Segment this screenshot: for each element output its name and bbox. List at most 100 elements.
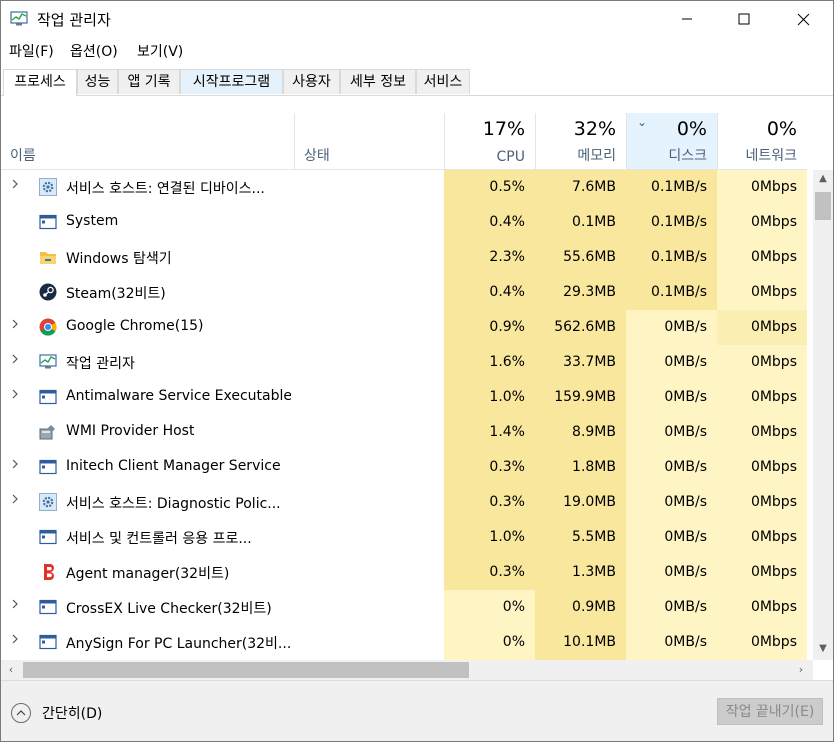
cell-cpu: 0% xyxy=(444,625,535,660)
cell-disk: 0MB/s xyxy=(626,590,717,625)
tab-startup[interactable]: 시작프로그램 xyxy=(180,69,283,94)
chevron-right-icon[interactable] xyxy=(11,318,23,336)
process-name: Agent manager(32비트) xyxy=(66,566,230,582)
table-row[interactable]: Agent manager(32비트) 0.3% 1.3MB 0MB/s 0Mbps xyxy=(1,555,807,590)
tab-users[interactable]: 사용자 xyxy=(283,69,340,94)
vertical-scrollbar[interactable]: ▲ ▼ xyxy=(813,170,833,660)
horizontal-scroll-thumb[interactable] xyxy=(23,662,469,678)
cell-cpu: 0.3% xyxy=(444,555,535,590)
cell-network: 0Mbps xyxy=(717,450,807,485)
horizontal-scrollbar[interactable]: ‹ › xyxy=(1,660,813,680)
tab-performance[interactable]: 성능 xyxy=(77,69,118,94)
cell-memory: 29.3MB xyxy=(535,275,626,310)
task-manager-icon xyxy=(10,11,28,26)
table-row[interactable]: Windows 탐색기 2.3% 55.6MB 0.1MB/s 0Mbps xyxy=(1,240,807,275)
tab-details[interactable]: 세부 정보 xyxy=(340,69,416,94)
cell-cpu: 0.4% xyxy=(444,205,535,240)
task-manager-window: 작업 관리자 파일(F) 옵션(O) 보기(V) 프로세스 성능 앱 기록 시작… xyxy=(0,0,834,742)
menu-view[interactable]: 보기(V) xyxy=(137,41,183,61)
window-app-icon xyxy=(39,213,57,231)
cell-network: 0Mbps xyxy=(717,520,807,555)
chevron-right-icon[interactable] xyxy=(11,353,23,371)
cell-memory: 19.0MB xyxy=(535,485,626,520)
header-name[interactable]: 이름 xyxy=(1,113,294,169)
table-row[interactable]: Antimalware Service Executable 1.0% 159.9M… xyxy=(1,380,807,415)
scroll-up-arrow-icon[interactable]: ▲ xyxy=(813,170,833,188)
header-memory-percent: 32% xyxy=(573,118,616,140)
cell-memory: 5.5MB xyxy=(535,520,626,555)
cell-disk: 0.1MB/s xyxy=(626,240,717,275)
footer: 간단히(D) 작업 끝내기(E) xyxy=(1,680,833,741)
chevron-right-icon[interactable] xyxy=(11,178,23,196)
tab-processes[interactable]: 프로세스 xyxy=(3,69,77,96)
maximize-icon xyxy=(738,13,750,25)
window-app-icon xyxy=(39,388,57,406)
header-status[interactable]: 상태 xyxy=(294,113,444,169)
cell-network: 0Mbps xyxy=(717,275,807,310)
minimize-button[interactable] xyxy=(664,1,710,37)
cell-network: 0Mbps xyxy=(717,240,807,275)
process-name: Windows 탐색기 xyxy=(66,251,172,267)
tab-bar: 프로세스 성능 앱 기록 시작프로그램 사용자 세부 정보 서비스 xyxy=(1,69,833,96)
header-cpu-label: CPU xyxy=(496,149,525,165)
chevron-right-icon[interactable] xyxy=(11,493,23,511)
chevron-right-icon[interactable] xyxy=(11,598,23,616)
gear-icon xyxy=(39,493,57,511)
title-bar[interactable]: 작업 관리자 xyxy=(1,1,833,37)
close-icon xyxy=(797,13,809,25)
cell-disk: 0MB/s xyxy=(626,380,717,415)
cell-network: 0Mbps xyxy=(717,590,807,625)
vertical-scroll-thumb[interactable] xyxy=(815,192,831,220)
cell-cpu: 0.9% xyxy=(444,310,535,345)
header-memory[interactable]: 32% 메모리 xyxy=(535,113,626,169)
cell-network: 0Mbps xyxy=(717,485,807,520)
scroll-down-arrow-icon[interactable]: ▼ xyxy=(813,640,833,658)
cell-memory: 55.6MB xyxy=(535,240,626,275)
window-app-icon xyxy=(39,528,57,546)
scroll-right-arrow-icon[interactable]: › xyxy=(791,660,811,680)
table-row[interactable]: 작업 관리자 1.6% 33.7MB 0MB/s 0Mbps xyxy=(1,345,807,380)
process-name: 서비스 호스트: 연결된 디바이스... xyxy=(66,181,265,197)
table-row[interactable]: WMI Provider Host 1.4% 8.9MB 0MB/s 0Mbps xyxy=(1,415,807,450)
table-row[interactable]: CrossEX Live Checker(32비트) 0% 0.9MB 0MB/s 0M… xyxy=(1,590,807,625)
cell-cpu: 1.0% xyxy=(444,520,535,555)
chevron-right-icon[interactable] xyxy=(11,458,23,476)
table-row[interactable]: Google Chrome(15) 0.9% 562.6MB 0MB/s 0Mbps xyxy=(1,310,807,345)
fewer-details-button[interactable]: 간단히(D) xyxy=(11,701,102,725)
cell-network: 0Mbps xyxy=(717,555,807,590)
table-row[interactable]: 서비스 및 컨트롤러 응용 프로... 1.0% 5.5MB 0MB/s 0Mbps xyxy=(1,520,807,555)
process-name: WMI Provider Host xyxy=(66,423,195,439)
header-disk-label: 디스크 xyxy=(668,148,707,164)
cell-cpu: 1.6% xyxy=(444,345,535,380)
cell-memory: 1.3MB xyxy=(535,555,626,590)
scroll-left-arrow-icon[interactable]: ‹ xyxy=(1,660,21,680)
table-row[interactable]: Steam(32비트) 0.4% 29.3MB 0.1MB/s 0Mbps xyxy=(1,275,807,310)
chevron-right-icon[interactable] xyxy=(11,388,23,406)
cell-cpu: 0.5% xyxy=(444,170,535,205)
header-disk[interactable]: ⌄ 0% 디스크 xyxy=(626,113,717,169)
header-cpu[interactable]: 17% CPU xyxy=(444,113,535,169)
table-row[interactable]: 서비스 호스트: 연결된 디바이스... 0.5% 7.6MB 0.1MB/s 0Mbp… xyxy=(1,170,807,205)
header-network-label: 네트워크 xyxy=(745,148,797,164)
maximize-button[interactable] xyxy=(721,1,767,37)
table-row[interactable]: Initech Client Manager Service 0.3% 1.8MB 0… xyxy=(1,450,807,485)
tab-app-history[interactable]: 앱 기록 xyxy=(118,69,180,94)
close-button[interactable] xyxy=(780,1,826,37)
cell-disk: 0.1MB/s xyxy=(626,275,717,310)
table-row[interactable]: 서비스 호스트: Diagnostic Polic... 0.3% 19.0MB 0M… xyxy=(1,485,807,520)
table-row[interactable]: System 0.4% 0.1MB 0.1MB/s 0Mbps xyxy=(1,205,807,240)
cell-memory: 0.1MB xyxy=(535,205,626,240)
end-task-button[interactable]: 작업 끝내기(E) xyxy=(717,698,823,725)
tab-services[interactable]: 서비스 xyxy=(416,69,470,94)
chevron-right-icon[interactable] xyxy=(11,633,23,651)
task-manager-icon xyxy=(39,353,57,371)
table-row[interactable]: AnySign For PC Launcher(32비... 0% 10.1MB 0M… xyxy=(1,625,807,660)
cell-disk: 0MB/s xyxy=(626,520,717,555)
header-memory-label: 메모리 xyxy=(577,148,616,164)
cell-disk: 0.1MB/s xyxy=(626,170,717,205)
process-name: Antimalware Service Executable xyxy=(66,388,291,404)
menu-options[interactable]: 옵션(O) xyxy=(70,41,118,61)
fewer-details-label: 간단히(D) xyxy=(42,706,103,722)
header-network[interactable]: 0% 네트워크 xyxy=(717,113,807,169)
menu-file[interactable]: 파일(F) xyxy=(9,41,54,61)
